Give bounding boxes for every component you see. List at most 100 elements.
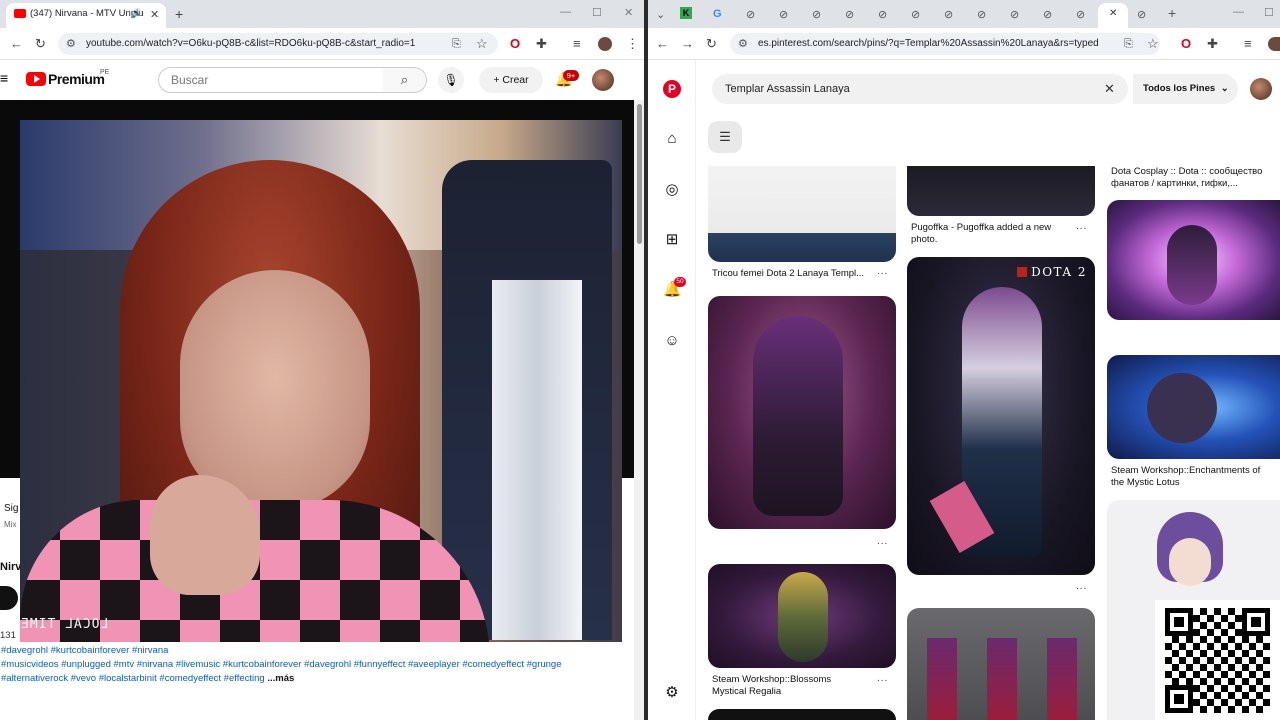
close-window-icon[interactable]: ✕ xyxy=(624,6,633,19)
install-icon[interactable]: ⎘ xyxy=(1124,35,1133,53)
media-icon[interactable]: ≡ xyxy=(573,35,581,53)
pin-caption[interactable]: Steam Workshop::Enchantments of the Myst… xyxy=(1111,465,1276,489)
new-tab-icon[interactable]: + xyxy=(175,6,183,22)
pin-image-tshirt[interactable] xyxy=(708,166,896,262)
pin-image-enchantments[interactable] xyxy=(1107,355,1280,459)
back-icon[interactable]: ← xyxy=(656,35,669,53)
home-icon[interactable]: ⌂ xyxy=(663,130,681,148)
youtube-search-input[interactable]: Buscar xyxy=(158,67,384,93)
youtube-logo-icon[interactable] xyxy=(26,72,46,86)
bookmark-star-icon[interactable]: ☆ xyxy=(476,35,488,53)
tab-favicon-icon[interactable]: ⊘ xyxy=(977,8,986,21)
tab-favicon-icon[interactable]: ⊘ xyxy=(878,8,887,21)
pin-type-dropdown[interactable]: Todos los Pines ⌄ xyxy=(1133,74,1238,104)
tab-favicon-icon[interactable]: ⊘ xyxy=(1076,8,1085,21)
qr-finder xyxy=(1242,608,1270,636)
close-tab-icon[interactable]: ✕ xyxy=(150,8,159,21)
install-icon[interactable]: ⎘ xyxy=(452,35,461,53)
more-options-icon[interactable]: ... xyxy=(1076,221,1087,232)
pin-image-cosplay[interactable]: DOTA 2 xyxy=(907,257,1095,575)
scrollbar-thumb[interactable] xyxy=(637,104,642,244)
pin-caption[interactable]: Steam Workshop::Blossoms Mystical Regali… xyxy=(712,674,862,698)
pin-caption[interactable]: Dota Cosplay :: Dota :: сообщество фанат… xyxy=(1111,166,1276,190)
minimize-icon[interactable]: — xyxy=(1233,6,1244,18)
tab-k-favicon-icon[interactable]: K xyxy=(680,7,692,19)
pin-image-pugoffka[interactable] xyxy=(907,166,1095,216)
pin-image-lanaya-art[interactable] xyxy=(708,296,896,529)
avatar[interactable] xyxy=(1250,78,1272,100)
pin-image-blossoms[interactable] xyxy=(708,564,896,668)
show-more-button[interactable]: ...más xyxy=(267,673,294,684)
tags-line[interactable]: #musicvideos #unplugged #mtv #nirvana #l… xyxy=(1,658,611,672)
active-tab[interactable]: ✕ xyxy=(1098,3,1128,28)
extensions-icon[interactable]: ✚ xyxy=(536,35,547,53)
tab-favicon-icon[interactable]: ⊘ xyxy=(812,8,821,21)
tab-favicon-icon[interactable]: ⊘ xyxy=(779,8,788,21)
reload-icon[interactable]: ↻ xyxy=(706,35,717,53)
site-settings-icon[interactable]: ⚙ xyxy=(738,33,748,55)
mic-icon[interactable]: 🎙 xyxy=(438,67,464,93)
close-tab-icon[interactable]: ✕ xyxy=(1109,8,1117,19)
profile-avatar-icon[interactable] xyxy=(598,37,612,51)
youtube-brand[interactable]: Premium xyxy=(48,71,105,87)
tags-line[interactable]: #davegrohl #kurtcobainforever #nirvana xyxy=(1,644,611,658)
pin-image-partial[interactable] xyxy=(708,709,896,720)
more-options-icon[interactable]: ... xyxy=(877,536,888,547)
tags-line[interactable]: #alternativerock #vevo #localstarbinit #… xyxy=(1,673,265,684)
tab-title: (347) Nirvana - MTV Unplu xyxy=(30,8,144,19)
filters-button[interactable]: ☰ xyxy=(708,121,742,153)
messages-icon[interactable]: ☺ xyxy=(663,332,681,350)
settings-gear-icon[interactable]: ⚙ xyxy=(663,684,681,702)
menu-icon[interactable]: ⋮ xyxy=(626,35,639,53)
more-options-icon[interactable]: ... xyxy=(1076,581,1087,592)
right-toolbar: ← → ↻ ⚙ es.pinterest.com/search/pins/?q=… xyxy=(648,28,1280,60)
local-time-overlay: LOCAL TIME xyxy=(20,617,109,632)
pinterest-logo-icon[interactable]: P xyxy=(663,80,681,98)
create-button[interactable]: + Crear xyxy=(479,67,543,93)
maximize-icon[interactable]: ☐ xyxy=(592,6,602,19)
opera-icon[interactable]: O xyxy=(510,35,520,53)
pin-caption[interactable]: Pugoffka - Pugoffka added a new photo. xyxy=(911,222,1071,246)
sidebar-next-label: Sig xyxy=(4,503,19,514)
minimize-icon[interactable]: — xyxy=(560,6,571,18)
clear-search-icon[interactable]: ✕ xyxy=(1104,81,1115,97)
tab-favicon-icon[interactable]: ⊘ xyxy=(1137,8,1146,21)
address-bar[interactable]: ⚙ youtube.com/watch?v=O6ku-pQ8B-c&list=R… xyxy=(58,33,498,55)
search-icon[interactable]: ⌕ xyxy=(383,67,427,93)
pin-image-models[interactable] xyxy=(907,608,1095,720)
media-icon[interactable]: ≡ xyxy=(1244,35,1252,53)
extensions-icon[interactable]: ✚ xyxy=(1207,35,1218,53)
character-figure xyxy=(1167,225,1217,305)
reload-icon[interactable]: ↻ xyxy=(35,35,46,53)
more-options-icon[interactable]: ... xyxy=(877,266,888,277)
create-pin-icon[interactable]: ⊞ xyxy=(663,231,681,249)
new-tab-icon[interactable]: + xyxy=(1168,5,1176,21)
pinterest-search-input[interactable]: Templar Assassin Lanaya xyxy=(712,74,1128,104)
address-bar[interactable]: ⚙ es.pinterest.com/search/pins/?q=Templa… xyxy=(730,33,1160,55)
mute-tab-icon[interactable]: 🔊 xyxy=(131,8,142,19)
avatar[interactable] xyxy=(592,69,614,91)
tab-favicon-icon[interactable]: ⊘ xyxy=(1043,8,1052,21)
hamburger-icon[interactable]: ≡ xyxy=(0,70,8,86)
more-options-icon[interactable]: ... xyxy=(877,673,888,684)
qr-finder xyxy=(1165,608,1193,636)
tab-search-icon[interactable]: ⌄ xyxy=(656,8,665,21)
opera-icon[interactable]: O xyxy=(1181,35,1191,53)
address-url: es.pinterest.com/search/pins/?q=Templar%… xyxy=(758,38,1099,49)
back-icon[interactable]: ← xyxy=(10,35,23,53)
tab-favicon-icon[interactable]: ⊘ xyxy=(845,8,854,21)
bookmark-star-icon[interactable]: ☆ xyxy=(1147,35,1159,53)
tab-favicon-icon[interactable]: ⊘ xyxy=(911,8,920,21)
pin-caption[interactable]: Tricou femei Dota 2 Lanaya Templ... xyxy=(712,268,877,280)
character-face xyxy=(1169,538,1211,586)
profile-avatar-icon[interactable] xyxy=(1268,37,1280,51)
site-settings-icon[interactable]: ⚙ xyxy=(66,33,76,55)
explore-compass-icon[interactable]: ◎ xyxy=(663,181,681,199)
maximize-icon[interactable]: ☐ xyxy=(1264,6,1274,19)
tab-favicon-icon[interactable]: ⊘ xyxy=(1010,8,1019,21)
tab-google-icon[interactable]: G xyxy=(713,8,722,20)
pin-image-lanaya-glow[interactable] xyxy=(1107,200,1280,320)
tab-favicon-icon[interactable]: ⊘ xyxy=(944,8,953,21)
forward-icon[interactable]: → xyxy=(681,35,694,53)
tab-favicon-icon[interactable]: ⊘ xyxy=(746,8,755,21)
